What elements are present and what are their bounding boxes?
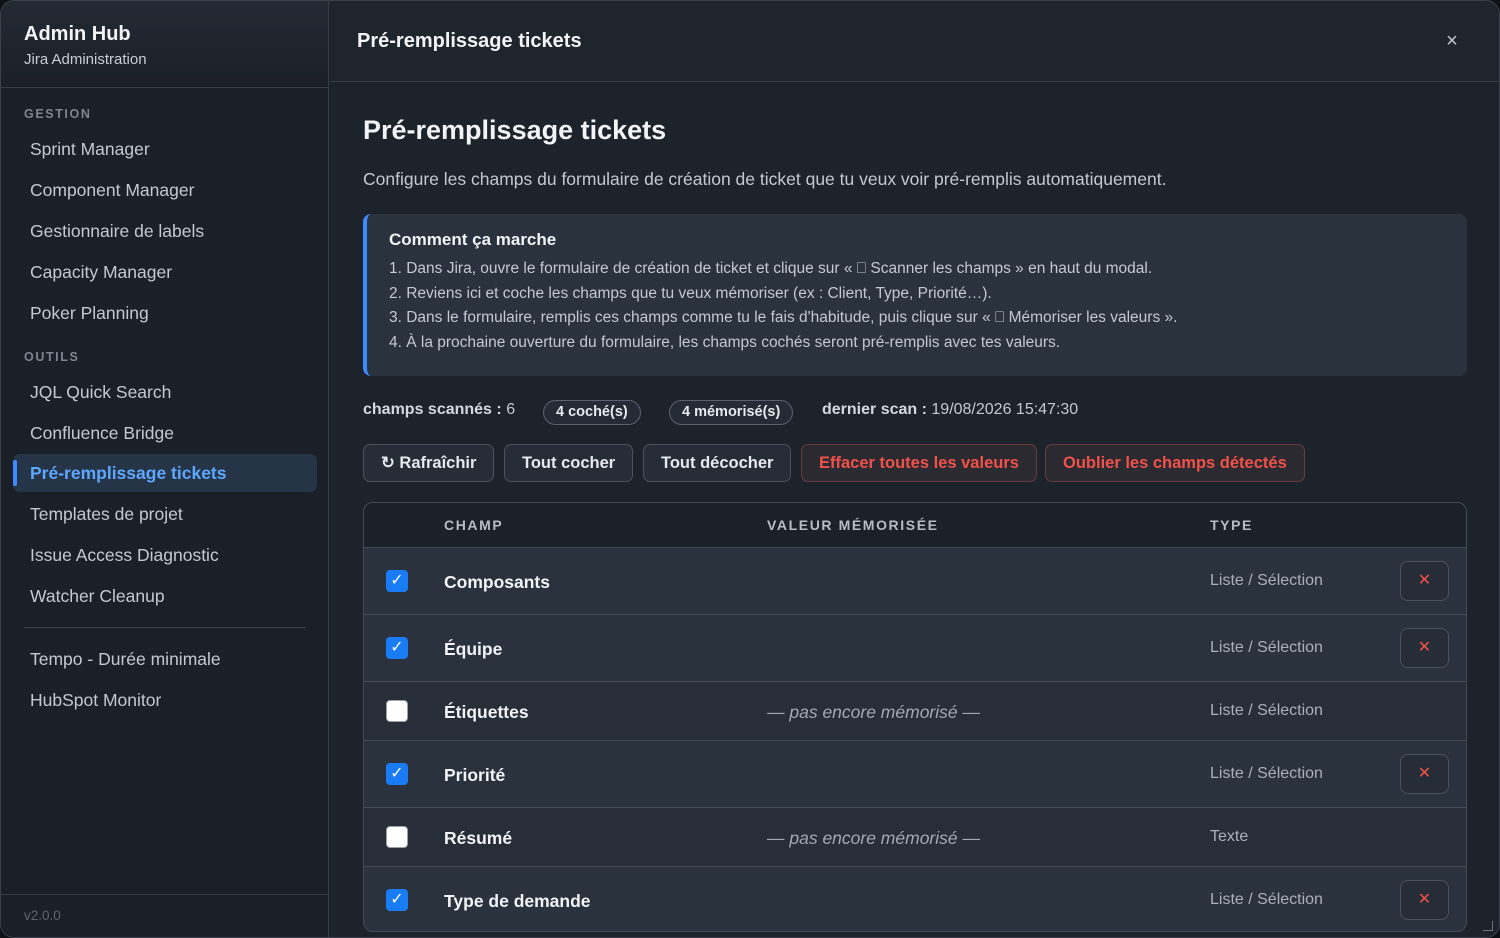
- info-title: Comment ça marche: [389, 230, 557, 249]
- row-checkbox[interactable]: ✓: [386, 637, 408, 659]
- info-line: 3. Dans le formulaire, remplis ces champ…: [389, 309, 1178, 326]
- info-line: 1. Dans Jira, ouvre le formulaire de cré…: [389, 260, 1153, 277]
- sidebar-item-poker-planning[interactable]: Poker Planning: [13, 294, 317, 332]
- refresh-button[interactable]: ↻ Rafraîchir: [363, 444, 495, 482]
- sidebar-item-confluence-bridge[interactable]: Confluence Bridge: [13, 414, 317, 452]
- row-checkbox[interactable]: ✓: [386, 763, 408, 785]
- table-header: CHAMP VALEUR MÉMORISÉE TYPE: [364, 503, 1466, 548]
- scanned-count: champs scannés : 6: [363, 401, 515, 419]
- stats-bar: champs scannés : 6 4 coché(s) 4 mémorisé…: [363, 400, 1467, 426]
- field-name: Type de demande: [444, 891, 591, 911]
- modal-header: Pré-remplissage tickets ×: [330, 1, 1499, 82]
- modal-title: Pré-remplissage tickets: [357, 30, 582, 52]
- field-type: Liste / Sélection: [1210, 891, 1323, 908]
- uncheck-all-button[interactable]: Tout décocher: [643, 444, 792, 482]
- sidebar: Admin Hub Jira Administration GESTION Sp…: [1, 1, 329, 937]
- sidebar-item-component-manager[interactable]: Component Manager: [13, 171, 317, 209]
- table-row: ✓ Type de demande Liste / Sélection ✕: [364, 867, 1466, 931]
- sidebar-item-issue-access[interactable]: Issue Access Diagnostic: [13, 536, 317, 574]
- memorized-count-badge: 4 mémorisé(s): [669, 400, 794, 425]
- table-row: ✓ Priorité Liste / Sélection ✕: [364, 741, 1466, 808]
- sidebar-item-hubspot[interactable]: HubSpot Monitor: [13, 681, 317, 719]
- field-name: Composants: [444, 572, 550, 592]
- delete-value-button[interactable]: ✕: [1400, 754, 1449, 794]
- scanned-value: 6: [506, 401, 516, 418]
- info-box: Comment ça marche 1. Dans Jira, ouvre le…: [363, 214, 1467, 376]
- column-header-value: VALEUR MÉMORISÉE: [767, 517, 939, 533]
- clear-values-button[interactable]: Effacer toutes les valeurs: [801, 444, 1037, 482]
- check-all-button[interactable]: Tout cocher: [504, 444, 634, 482]
- table-row: ✓ Équipe Liste / Sélection ✕: [364, 615, 1466, 682]
- sidebar-divider: [24, 627, 306, 628]
- sidebar-item-jql-quick-search[interactable]: JQL Quick Search: [13, 373, 317, 411]
- delete-value-button[interactable]: ✕: [1400, 561, 1449, 601]
- sidebar-item-sprint-manager[interactable]: Sprint Manager: [13, 130, 317, 168]
- sidebar-item-labels[interactable]: Gestionnaire de labels: [13, 212, 317, 250]
- last-scan-value: 19/08/2026 15:47:30: [931, 401, 1079, 418]
- field-name: Équipe: [444, 639, 503, 659]
- brand: Admin Hub Jira Administration: [1, 1, 328, 88]
- page-description: Configure les champs du formulaire de cr…: [363, 169, 1167, 189]
- fields-table: CHAMP VALEUR MÉMORISÉE TYPE ✓ Composants…: [363, 502, 1467, 932]
- table-row: Étiquettes — pas encore mémorisé — Liste…: [364, 682, 1466, 741]
- field-name: Résumé: [444, 828, 513, 848]
- field-name: Étiquettes: [444, 702, 529, 722]
- field-type: Liste / Sélection: [1210, 572, 1323, 589]
- app-window: Admin Hub Jira Administration GESTION Sp…: [0, 0, 1500, 938]
- info-line: 2. Reviens ici et coche les champs que t…: [389, 284, 992, 302]
- row-checkbox[interactable]: ✓: [386, 570, 408, 592]
- brand-title: Admin Hub: [24, 23, 131, 45]
- scanned-label: champs scannés :: [363, 401, 502, 418]
- column-header-type: TYPE: [1210, 517, 1253, 533]
- main-panel: Pré-remplissage tickets × Pré-remplissag…: [330, 1, 1499, 937]
- column-header-field: CHAMP: [444, 517, 504, 533]
- page-title: Pré-remplissage tickets: [363, 115, 667, 145]
- brand-subtitle: Jira Administration: [24, 51, 147, 68]
- field-name: Priorité: [444, 765, 506, 785]
- field-type: Liste / Sélection: [1210, 639, 1323, 656]
- sidebar-item-watcher-cleanup[interactable]: Watcher Cleanup: [13, 577, 317, 615]
- sidebar-item-tempo[interactable]: Tempo - Durée minimale: [13, 640, 317, 678]
- checked-count-badge: 4 coché(s): [543, 400, 641, 425]
- sidebar-item-templates[interactable]: Templates de projet: [13, 495, 317, 533]
- table-row: Résumé — pas encore mémorisé — Texte: [364, 808, 1466, 867]
- last-scan: dernier scan : 19/08/2026 15:47:30: [822, 401, 1078, 419]
- section-label-outils: OUTILS: [24, 350, 80, 364]
- sidebar-item-capacity-manager[interactable]: Capacity Manager: [13, 253, 317, 291]
- table-row: ✓ Composants Liste / Sélection ✕: [364, 548, 1466, 615]
- delete-value-button[interactable]: ✕: [1400, 628, 1449, 668]
- row-checkbox[interactable]: [386, 826, 408, 848]
- delete-value-button[interactable]: ✕: [1400, 880, 1449, 920]
- forget-fields-button[interactable]: Oublier les champs détectés: [1045, 444, 1305, 482]
- row-checkbox[interactable]: ✓: [386, 889, 408, 911]
- last-scan-label: dernier scan :: [822, 401, 927, 418]
- version-label: v2.0.0: [1, 894, 328, 937]
- info-line: 4. À la prochaine ouverture du formulair…: [389, 333, 1061, 351]
- section-label-gestion: GESTION: [24, 107, 92, 121]
- field-value: — pas encore mémorisé —: [767, 828, 980, 848]
- field-type: Texte: [1210, 828, 1249, 845]
- field-value: — pas encore mémorisé —: [767, 702, 980, 722]
- sidebar-item-pre-remplissage[interactable]: Pré-remplissage tickets: [13, 454, 317, 492]
- resize-handle[interactable]: [1483, 921, 1493, 931]
- field-type: Liste / Sélection: [1210, 765, 1323, 782]
- field-type: Liste / Sélection: [1210, 702, 1323, 719]
- row-checkbox[interactable]: [386, 700, 408, 722]
- close-icon[interactable]: ×: [1438, 27, 1466, 55]
